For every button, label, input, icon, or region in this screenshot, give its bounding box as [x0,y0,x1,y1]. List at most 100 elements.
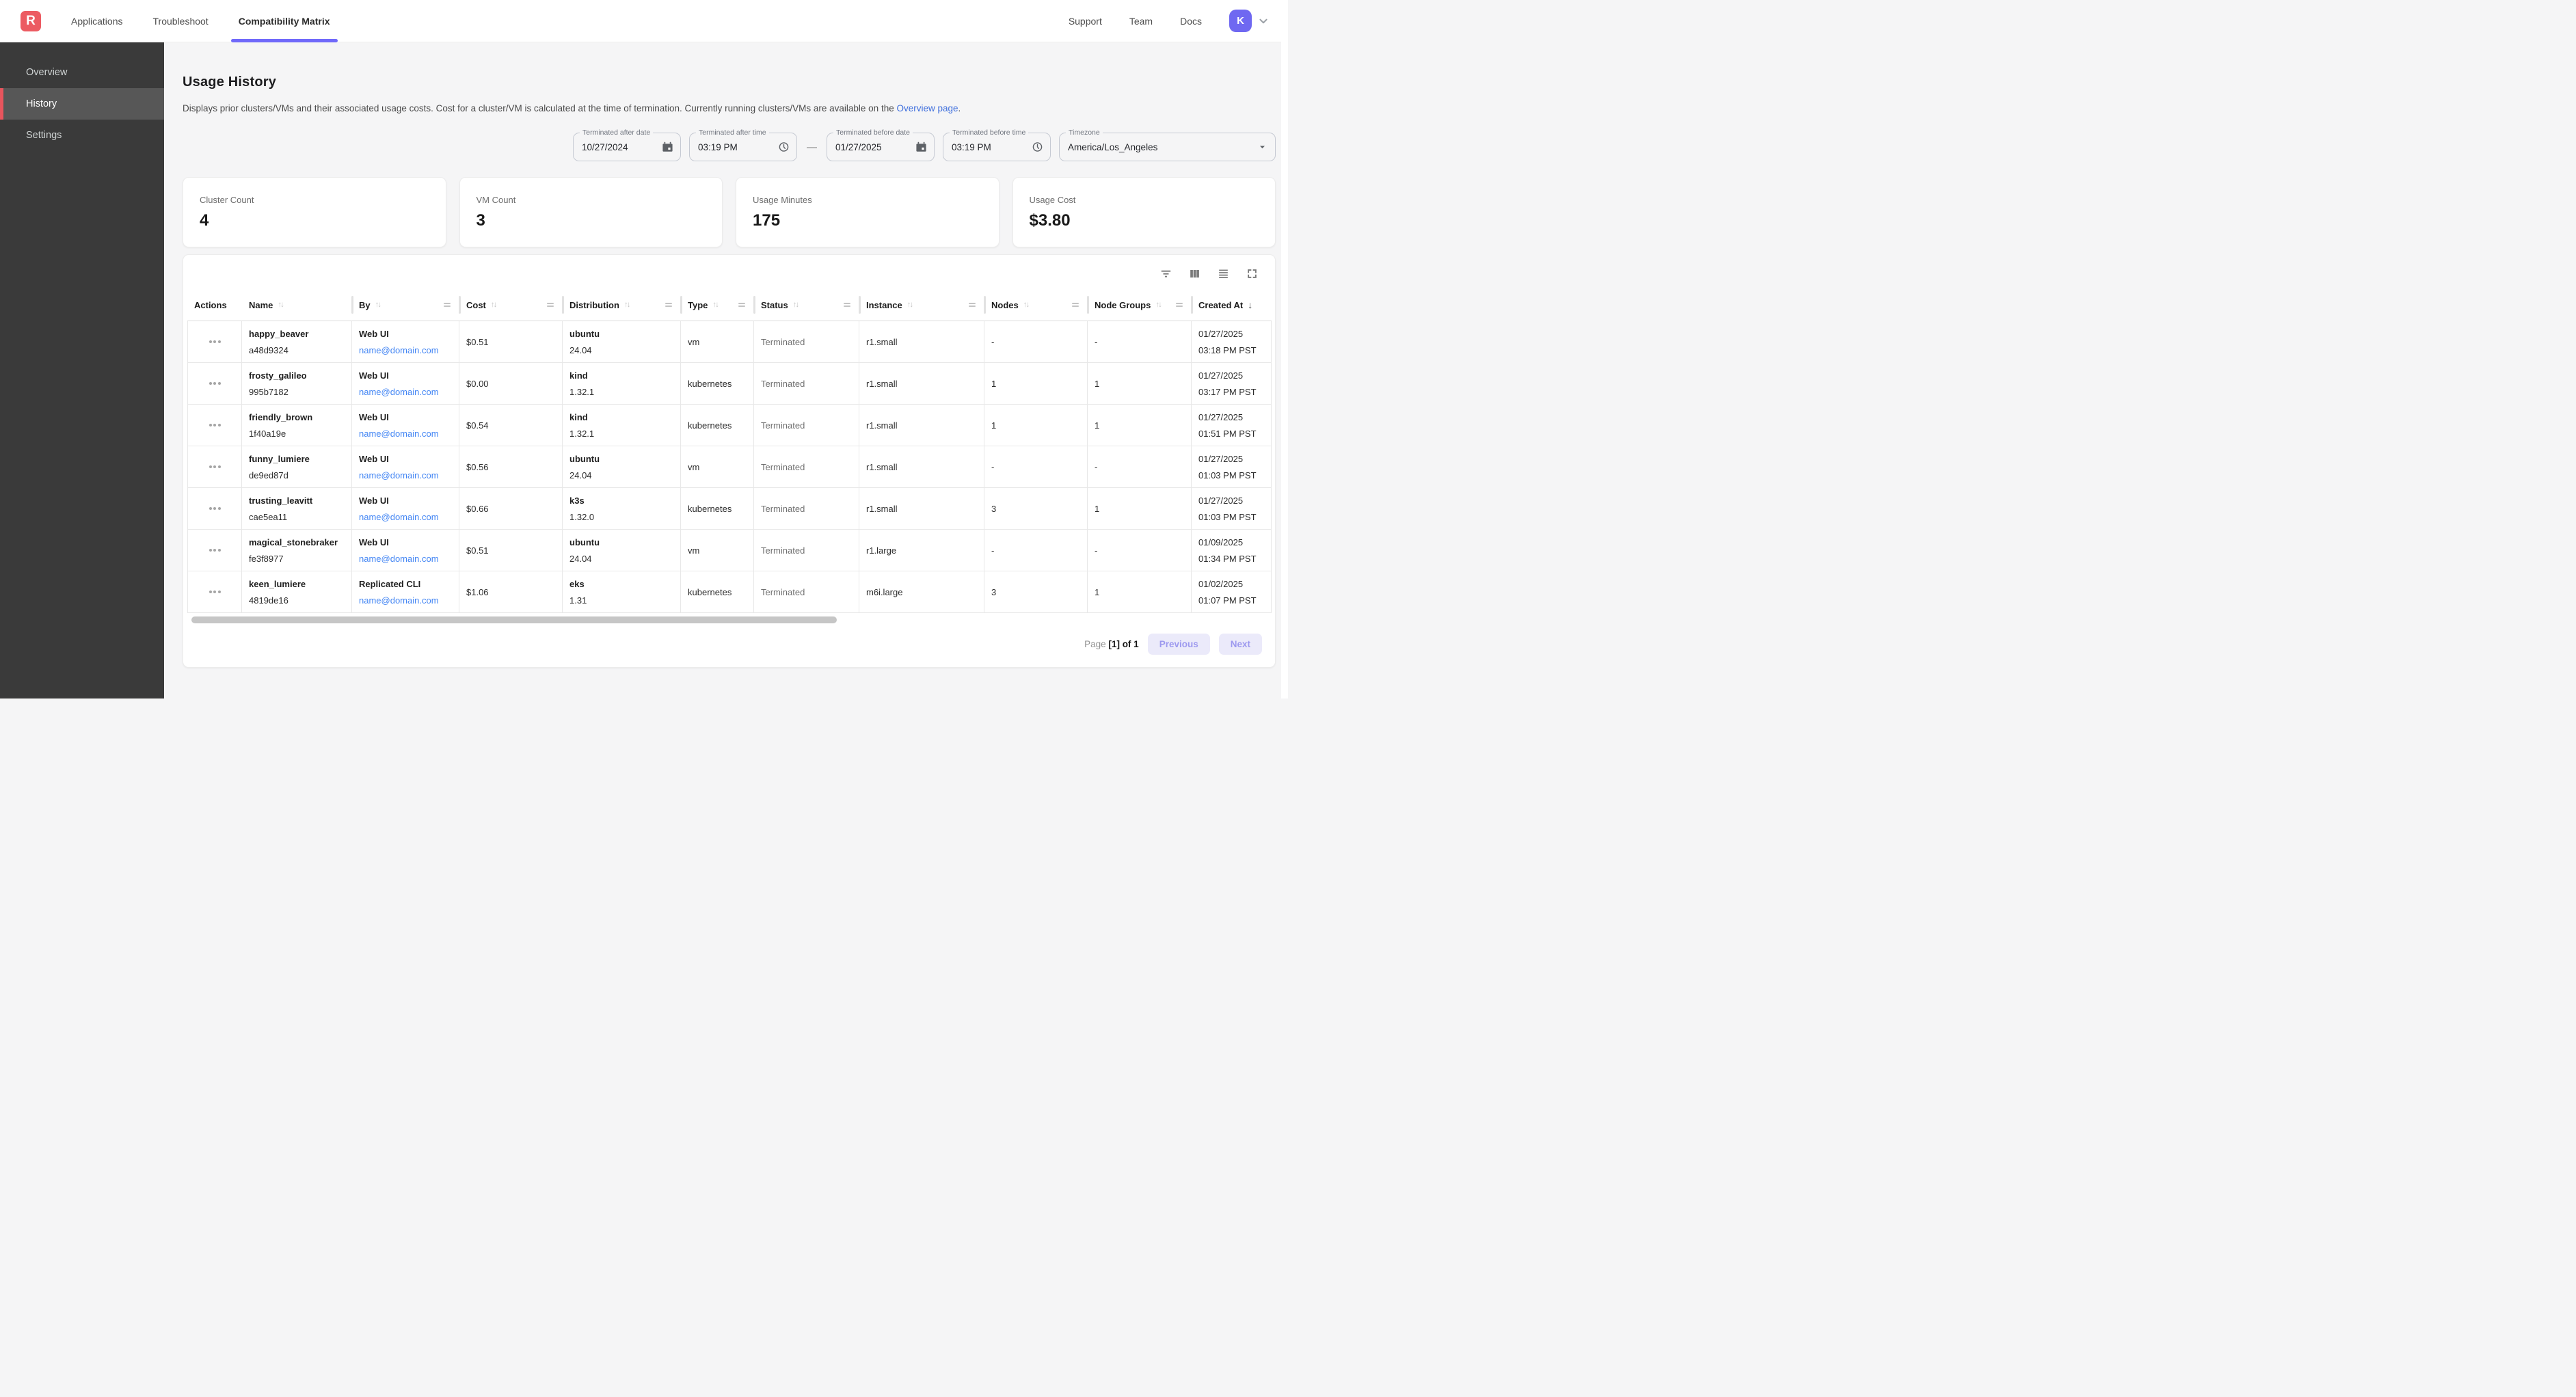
fullscreen-icon[interactable] [1246,267,1259,280]
cell-by: Replicated CLIname@domain.com [352,571,459,613]
column-separator [562,296,564,314]
cell-node-groups: - [1088,446,1192,488]
nav-link-support[interactable]: Support [1069,16,1102,27]
cell-by: Web UIname@domain.com [352,446,459,488]
column-menu-icon[interactable] [547,303,554,308]
ellipsis-icon[interactable] [206,503,224,514]
distribution-name: ubuntu [569,454,680,464]
cell-name: magical_stonebrakerfe3f8977 [242,530,352,571]
column-menu-icon[interactable] [844,303,850,308]
nav-tab-compatibility-matrix[interactable]: Compatibility Matrix [239,0,330,42]
col-header-created-at[interactable]: Created At↓ [1192,289,1272,321]
column-menu-icon[interactable] [1176,303,1183,308]
distribution-version: 24.04 [569,554,680,564]
cell-created-at: 01/02/202501:07 PM PST [1192,571,1272,613]
created-time: 01:07 PM PST [1198,595,1271,606]
sidebar-item-overview[interactable]: Overview [0,57,164,88]
filter-icon[interactable] [1159,267,1172,280]
page-indicator: Page [1] of 1 [1084,639,1139,649]
chevron-down-icon[interactable] [1257,14,1270,28]
calendar-icon[interactable] [662,141,673,153]
overview-page-link[interactable]: Overview page [896,103,958,113]
by-email-link[interactable]: name@domain.com [359,345,459,355]
avatar[interactable]: K [1229,10,1252,32]
cell-cost: $1.06 [459,571,563,613]
cluster-id: 4819de16 [249,595,351,606]
filter-value: 10/27/2024 [582,142,628,152]
dropdown-arrow-icon[interactable] [1257,141,1268,153]
filter-terminated-before-date[interactable]: Terminated before date01/27/2025 [827,133,935,161]
ellipsis-icon[interactable] [206,420,224,431]
created-time: 01:34 PM PST [1198,554,1271,564]
ellipsis-icon[interactable] [206,336,224,347]
filter-label: Terminated after time [696,128,769,137]
by-email-link[interactable]: name@domain.com [359,595,459,606]
col-header-nodes[interactable]: Nodes↑↓ [984,289,1088,321]
ellipsis-icon[interactable] [206,461,224,472]
by-email-link[interactable]: name@domain.com [359,387,459,397]
sort-unsorted-icon: ↑↓ [1155,301,1161,309]
ellipsis-icon[interactable] [206,378,224,389]
next-page-button[interactable]: Next [1219,634,1262,655]
filter-bar: Terminated after date10/27/2024 Terminate… [183,133,1276,161]
clock-icon[interactable] [1032,141,1043,153]
cluster-name: keen_lumiere [249,579,351,589]
col-header-by[interactable]: By↑↓ [352,289,459,321]
col-header-instance[interactable]: Instance↑↓ [859,289,984,321]
distribution-version: 24.04 [569,345,680,355]
column-menu-icon[interactable] [1072,303,1079,308]
distribution-name: eks [569,579,680,589]
by-email-link[interactable]: name@domain.com [359,470,459,480]
cell-by: Web UIname@domain.com [352,530,459,571]
col-header-actions[interactable]: Actions [187,289,242,321]
column-menu-icon[interactable] [969,303,976,308]
account-menu[interactable]: K [1229,10,1270,32]
stat-label: Usage Cost [1030,195,1259,205]
calendar-icon[interactable] [915,141,927,153]
sidebar-item-settings[interactable]: Settings [0,120,164,151]
by-email-link[interactable]: name@domain.com [359,429,459,439]
column-menu-icon[interactable] [665,303,672,308]
col-header-distribution[interactable]: Distribution↑↓ [563,289,681,321]
sidebar-item-history[interactable]: History [0,88,164,120]
filter-terminated-before-time[interactable]: Terminated before time03:19 PM [943,133,1051,161]
filter-terminated-after-time[interactable]: Terminated after time03:19 PM [689,133,797,161]
col-header-label: Actions [194,300,227,310]
previous-page-button[interactable]: Previous [1148,634,1210,655]
columns-icon[interactable] [1188,267,1201,280]
horizontal-scrollbar-thumb[interactable] [191,616,837,623]
filter-terminated-after-date[interactable]: Terminated after date10/27/2024 [573,133,681,161]
cell-status: Terminated [754,488,859,530]
cell-actions [187,405,242,446]
col-header-name[interactable]: Name↑↓ [242,289,352,321]
col-header-label: Distribution [569,300,619,310]
column-menu-icon[interactable] [738,303,745,308]
cell-created-at: 01/27/202501:51 PM PST [1192,405,1272,446]
column-separator [859,296,861,314]
col-header-type[interactable]: Type↑↓ [681,289,754,321]
nav-link-docs[interactable]: Docs [1180,16,1202,27]
col-header-status[interactable]: Status↑↓ [754,289,859,321]
cell-distribution: kind1.32.1 [563,363,681,405]
sort-unsorted-icon: ↑↓ [491,301,496,309]
cell-name: trusting_leavittcae5ea11 [242,488,352,530]
by-email-link[interactable]: name@domain.com [359,512,459,522]
col-header-label: Name [249,300,273,310]
cell-nodes: 3 [984,488,1088,530]
filter-timezone[interactable]: TimezoneAmerica/Los_Angeles [1059,133,1276,161]
nav-tab-troubleshoot[interactable]: Troubleshoot [153,0,209,42]
column-separator [1191,296,1193,314]
clock-icon[interactable] [778,141,790,153]
col-header-cost[interactable]: Cost↑↓ [459,289,563,321]
density-icon[interactable] [1217,267,1230,280]
ellipsis-icon[interactable] [206,586,224,597]
nav-link-team[interactable]: Team [1129,16,1153,27]
ellipsis-icon[interactable] [206,545,224,556]
col-header-label: Created At [1198,300,1243,310]
col-header-node-groups[interactable]: Node Groups↑↓ [1088,289,1192,321]
filter-value: 03:19 PM [952,142,991,152]
top-nav: R ApplicationsTroubleshootCompatibility … [0,0,1288,42]
column-menu-icon[interactable] [444,303,451,308]
nav-tab-applications[interactable]: Applications [71,0,123,42]
by-email-link[interactable]: name@domain.com [359,554,459,564]
